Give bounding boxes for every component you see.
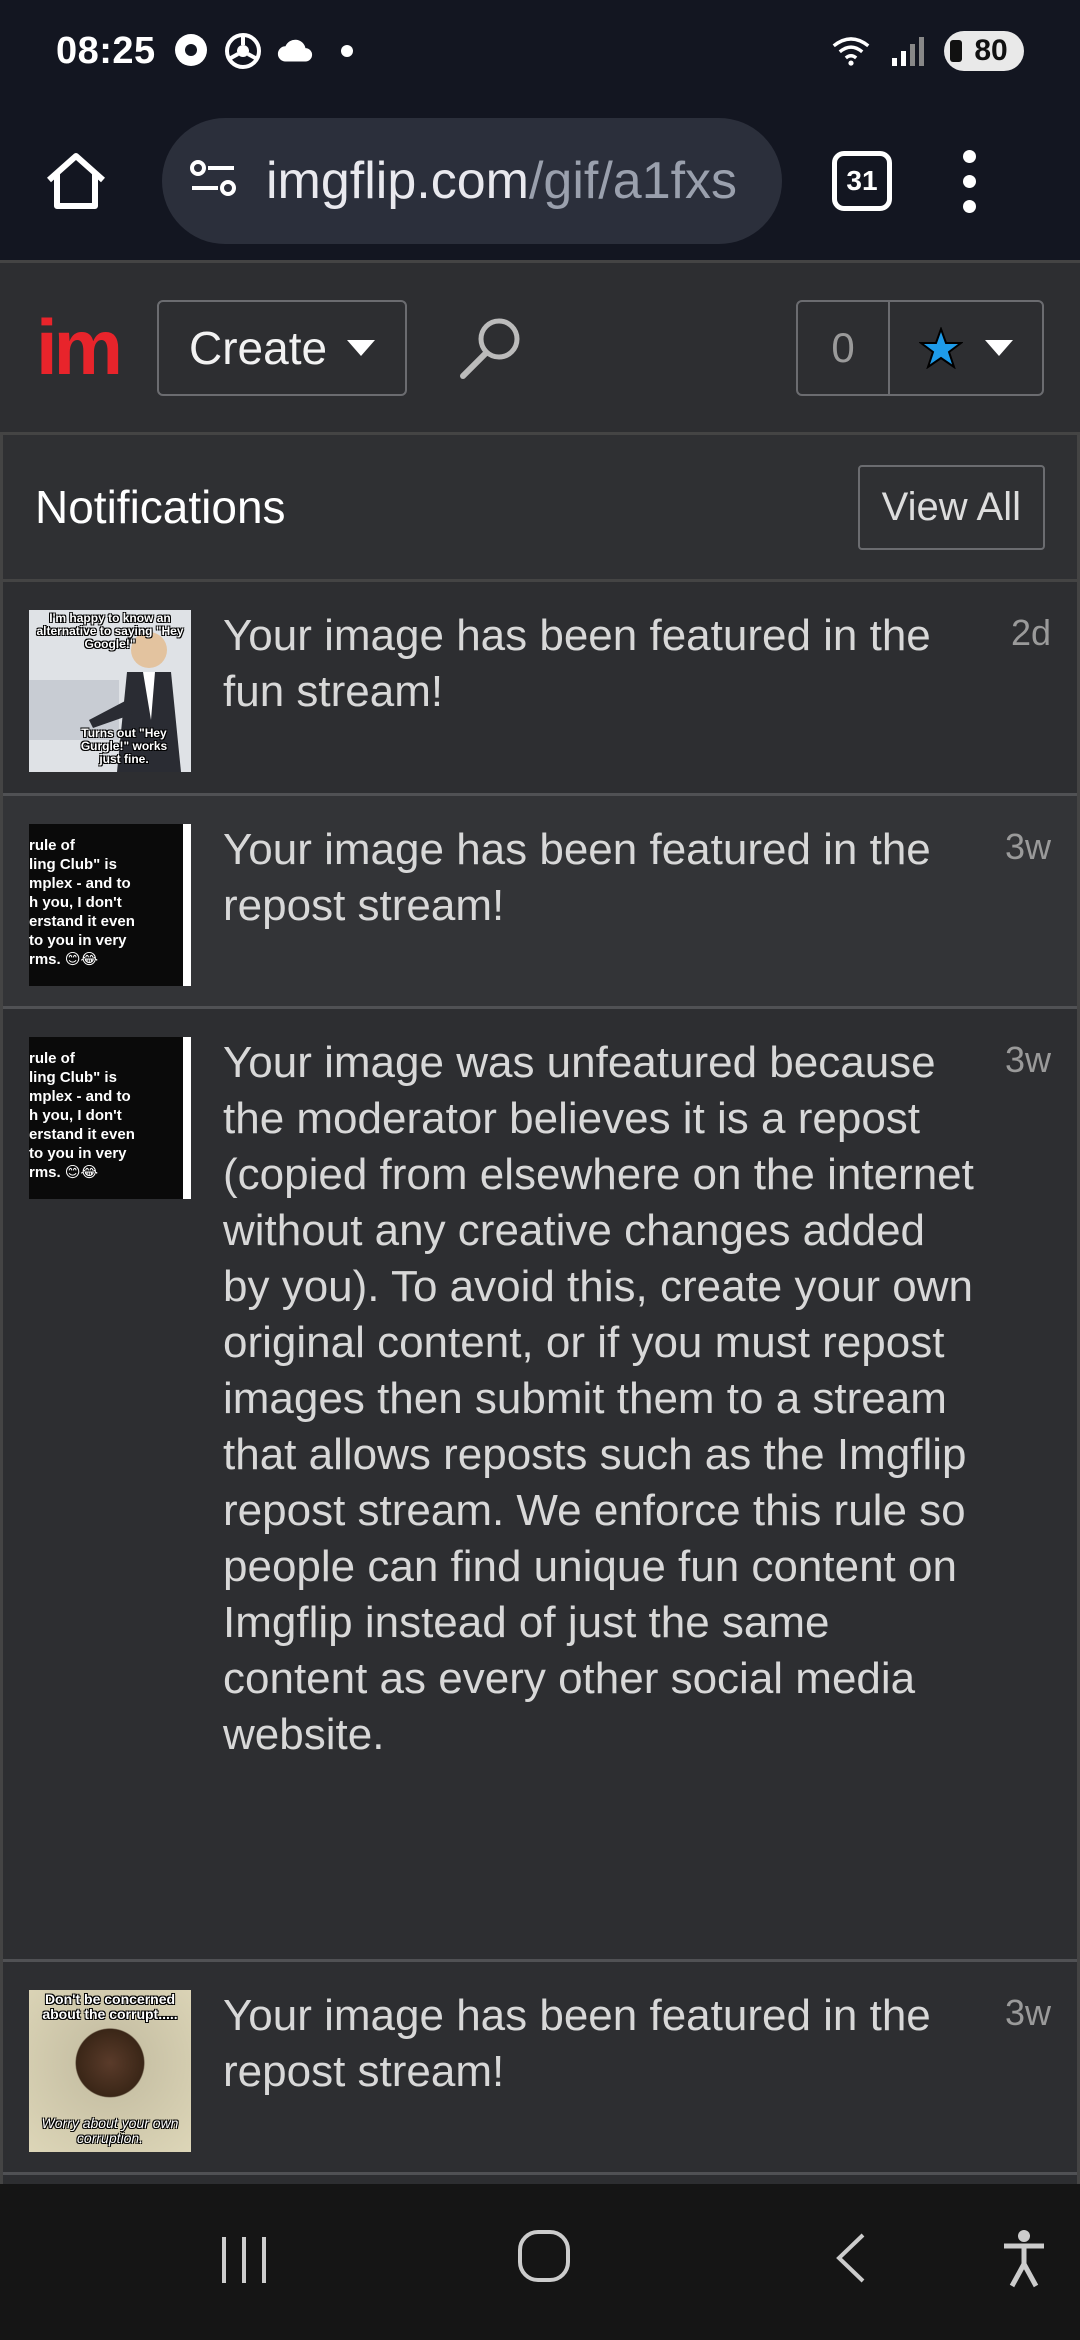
signal-icon [888,32,926,70]
menu-dot-icon [962,199,976,213]
home-button[interactable] [30,135,122,227]
chrome-icon [224,32,262,70]
wifi-icon [832,32,870,70]
thumbnail-caption-line: rule of [29,1050,75,1067]
thumbnail-border [183,824,191,986]
thumbnail-caption: rule of ling Club" is mplex - and to h you,… [29,1049,135,1182]
notification-item[interactable]: I'm happy to know an alternative to sayi… [3,582,1077,796]
address-bar[interactable]: imgflip.com/gif/a1fxs [162,118,782,244]
notification-text: Your image was unfeatured because the mo… [223,1038,974,1759]
browser-menu-button[interactable] [954,149,984,213]
notifications-header: Notifications View All [3,432,1077,582]
thumbnail-caption: rule of ling Club" is mplex - and to h you,… [29,836,135,969]
menu-dot-icon [962,149,976,163]
url-text[interactable]: imgflip.com/gif/a1fxs [266,151,737,211]
url-path: /gif/a1fxs [528,152,738,210]
home-icon [47,153,105,209]
accessibility-button[interactable] [994,2224,1054,2292]
notification-text: Your image has been featured in the repo… [223,1991,931,2096]
create-dropdown-button[interactable]: Create [157,299,408,396]
notification-age: 3w [1004,1992,1051,2033]
notification-thumbnail[interactable]: rule of ling Club" is mplex - and to h you,… [29,1037,191,1199]
url-host: imgflip.com [266,152,529,210]
notification-age: 2d [1010,612,1051,653]
star-icon [919,326,963,369]
search-button[interactable] [457,313,527,383]
site-header: im Create 0 [0,260,1080,432]
thumbnail-caption-line: rms. 😊😂 [29,951,99,968]
tab-count: 31 [846,165,878,196]
thumbnail-caption-line: erstand it even [29,913,135,930]
thumbnail-border [183,1037,191,1199]
chevron-down-icon [985,339,1013,356]
notification-item[interactable]: rule of ling Club" is mplex - and to h you,… [3,796,1077,1009]
notification-age: 3w [1004,826,1051,867]
thumbnail-caption-line: ling Club" is [29,856,117,873]
dot-icon [328,32,366,70]
system-navigation-bar [0,2184,1080,2340]
thumbnail-bottom-caption: Turns out "Hey Gurgle!" works just fine. [80,726,168,766]
status-bar: 08:25 80 [0,0,1080,102]
back-button[interactable] [826,2228,876,2288]
notification-thumbnail[interactable]: I'm happy to know an alternative to sayi… [29,610,191,772]
thumbnail-caption-line: rms. 😊😂 [29,1164,99,1181]
notification-thumbnail[interactable]: Don't be concerned about the corrupt....… [29,1990,191,2152]
thumbnail-caption-line: to you in very [29,932,127,949]
chevron-down-icon [347,339,376,356]
thumbnail-bottom-caption: Worry about your own corruption. [41,2115,179,2146]
thumbnail-caption-line: h you, I don't [29,1107,122,1124]
site-settings-icon[interactable] [188,157,238,206]
home-nav-button[interactable] [514,2226,574,2286]
menu-dot-icon [962,174,976,188]
recent-apps-button[interactable] [214,2228,274,2292]
thumbnail-top-caption: Don't be concerned about the corrupt....… [42,1991,178,2022]
notification-thumbnail[interactable]: rule of ling Club" is mplex - and to h you,… [29,824,191,986]
imgflip-logo[interactable]: im [36,302,123,393]
home-circle-icon [518,2230,570,2282]
user-menu-button[interactable] [890,302,1042,394]
view-all-button[interactable]: View All [857,464,1045,550]
notifications-panel: Notifications View All I'm happy to know… [0,432,1080,2184]
browser-toolbar: imgflip.com/gif/a1fxs 31 [0,102,1080,260]
battery-level: 80 [974,34,1008,67]
thumbnail-caption-line: mplex - and to [29,875,131,892]
thumbnail-caption-line: to you in very [29,1145,127,1162]
cloud-icon [276,32,314,70]
notification-text: Your image has been featured in the fun … [223,611,931,716]
notifications-title: Notifications [35,481,286,533]
thumbnail-caption-line: erstand it even [29,1126,135,1143]
search-icon [460,318,520,379]
notification-text: Your image has been featured in the repo… [223,825,931,930]
notification-item[interactable]: rule of ling Club" is mplex - and to h you,… [3,1009,1077,1962]
notification-age: 3w [1004,1039,1051,1080]
battery-indicator: 80 [944,31,1024,71]
points-count[interactable]: 0 [798,301,890,394]
thumbnail-caption-line: h you, I don't [29,894,122,911]
chat-notification-icon [172,32,210,70]
user-points-group: 0 [796,299,1044,396]
recent-apps-icon [222,2237,266,2283]
thumbnail-top-caption: I'm happy to know an alternative to sayi… [36,611,184,651]
status-time: 08:25 [56,29,156,72]
thumbnail-caption-line: mplex - and to [29,1088,131,1105]
thumbnail-caption-line: ling Club" is [29,1069,117,1086]
notification-item[interactable]: Don't be concerned about the corrupt....… [3,1962,1077,2175]
accessibility-icon [1004,2230,1044,2288]
thumbnail-caption-line: rule of [29,837,75,854]
tab-switcher-button[interactable]: 31 [832,151,892,211]
back-chevron-icon [836,2233,865,2283]
create-label: Create [188,321,328,374]
